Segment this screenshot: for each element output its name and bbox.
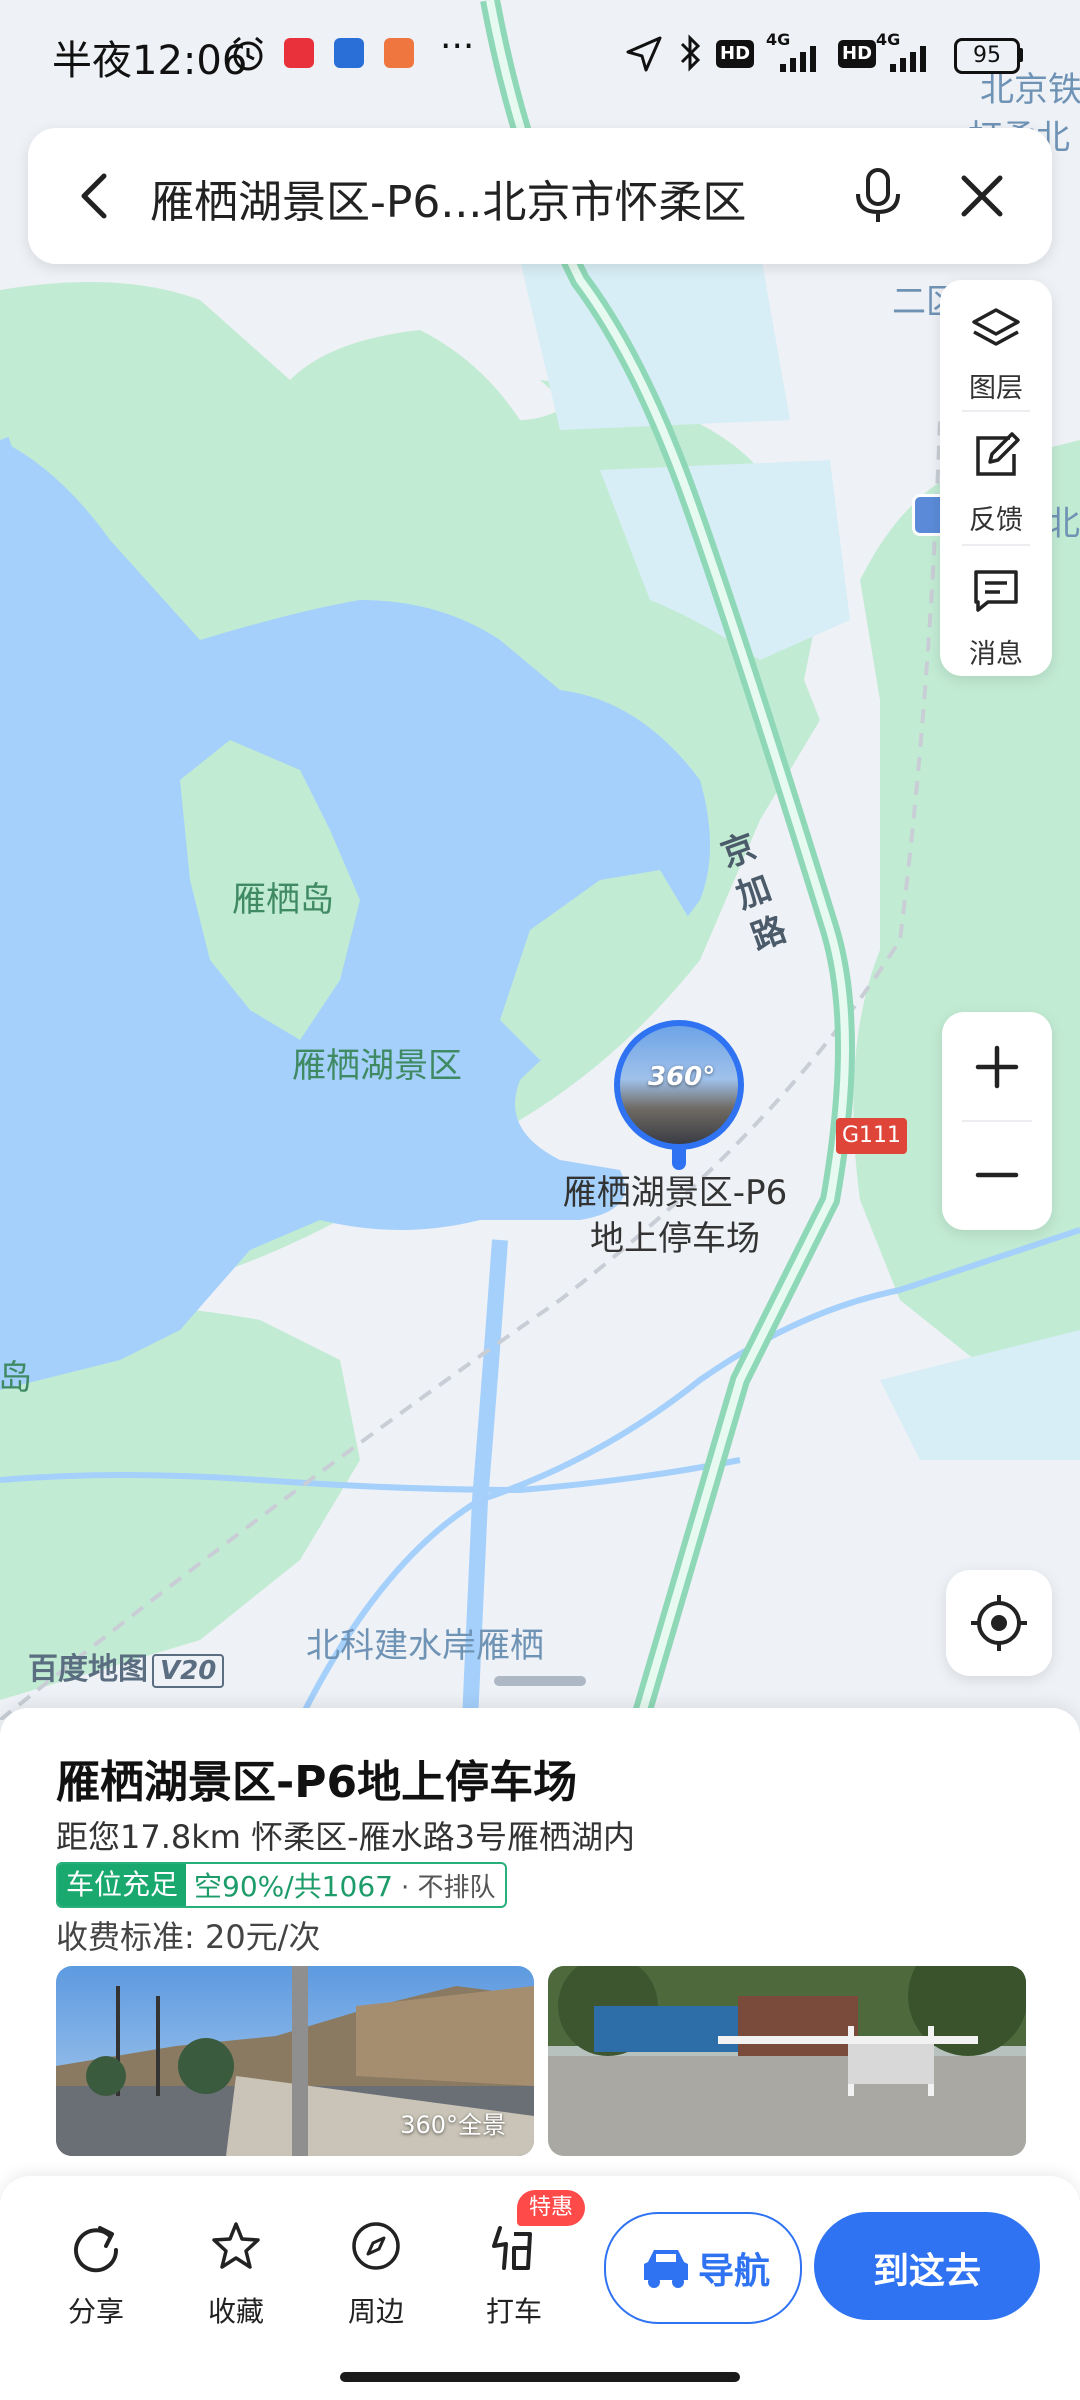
panorama-photo[interactable]: 360°全景: [56, 1966, 534, 2156]
share-label: 分享: [67, 2295, 124, 2328]
compass-icon: [352, 2222, 400, 2270]
map-label-scenic-area[interactable]: 雁栖湖景区: [292, 1038, 462, 1087]
message-label: 消息: [969, 639, 1023, 670]
pano-label: 360°全景: [400, 2111, 506, 2139]
locate-target-icon: [971, 1595, 1027, 1651]
parking-fee: 收费标准: 20元/次: [56, 1918, 321, 1956]
layers-icon: [972, 308, 1020, 346]
parking-photo[interactable]: [548, 1966, 1026, 2156]
signal-icon-2: [890, 46, 926, 72]
message-icon: [974, 570, 1018, 612]
panorama-thumbnail: 360°: [620, 1026, 738, 1144]
share-button[interactable]: 分享: [36, 2210, 156, 2328]
favorite-button[interactable]: 收藏: [176, 2210, 296, 2328]
parking-photo-image: [548, 1966, 1026, 2156]
signal-icon-1: [780, 46, 816, 72]
search-bar[interactable]: 雁栖湖景区-P6...北京市怀柔区: [28, 128, 1052, 264]
tool-divider: [962, 544, 1030, 546]
brand-version: V20: [152, 1654, 225, 1688]
battery-cap: [1018, 48, 1023, 62]
marker-pin-stem: [672, 1148, 686, 1170]
zoom-divider: [962, 1120, 1032, 1122]
locate-me-button[interactable]: [946, 1570, 1052, 1676]
poi-title: 雁栖湖景区-P6地上停车场: [56, 1757, 578, 1808]
status-bar: 半夜12:06 ··· HD 4G HD 4G 95: [0, 0, 1080, 110]
message-button[interactable]: 消息: [940, 552, 1052, 682]
go-here-button[interactable]: 到这去: [814, 2212, 1040, 2320]
bluetooth-icon: [680, 34, 701, 72]
close-icon[interactable]: [954, 168, 1010, 224]
app-notification-icon-2: [334, 38, 364, 68]
highway-shield-g111: G111: [836, 1118, 908, 1154]
navigate-button[interactable]: 导航: [604, 2212, 802, 2324]
parking-status-tag: 车位充足 空90%/共1067 · 不排队: [56, 1862, 508, 1908]
status-time: 半夜12:06: [52, 38, 248, 84]
status-more: ···: [440, 26, 475, 67]
pano-360-badge: 360°: [648, 1062, 716, 1092]
back-arrow-icon[interactable]: [66, 166, 126, 226]
zoom-in-icon[interactable]: [974, 1044, 1020, 1090]
layers-button[interactable]: 图层: [940, 286, 1052, 416]
sheet-drag-handle[interactable]: [494, 1676, 586, 1686]
navigate-label: 导航: [698, 2251, 771, 2292]
marker-label-line2: 地上停车场: [590, 1219, 760, 1259]
parking-capacity: 空90%/共1067: [194, 1870, 393, 1903]
promo-badge: 特惠: [517, 2190, 586, 2226]
app-notification-icon-1: [284, 38, 314, 68]
favorite-label: 收藏: [207, 2295, 264, 2328]
taxi-button[interactable]: 打车: [454, 2210, 574, 2328]
map-tool-panel: 图层 反馈 消息: [940, 280, 1052, 676]
go-here-label: 到这去: [872, 2251, 981, 2292]
battery-indicator: 95: [954, 38, 1020, 74]
zoom-out-icon[interactable]: [974, 1152, 1020, 1198]
queue-status: · 不排队: [400, 1872, 496, 1903]
panorama-marker[interactable]: 360°: [614, 1020, 744, 1150]
layers-label: 图层: [969, 373, 1023, 404]
map-brand-logo: 百度地图 V20: [28, 1644, 225, 1688]
tool-divider: [962, 410, 1030, 412]
car-icon: [644, 2250, 688, 2288]
map-label-island[interactable]: 雁栖岛: [232, 872, 334, 921]
taxi-label: 打车: [485, 2295, 542, 2328]
poi-address: 距您17.8km 怀柔区-雁水路3号雁栖湖内: [56, 1818, 636, 1856]
alarm-icon: [233, 36, 263, 71]
map-label-community[interactable]: 北科建水岸雁栖: [306, 1618, 544, 1667]
marker-label-line1: 雁栖湖景区-P6: [562, 1173, 788, 1213]
app-notification-icon-3: [384, 38, 414, 68]
home-indicator[interactable]: [340, 2372, 740, 2382]
hd-badge-2: HD: [838, 40, 877, 68]
map-label-island-edge: 岛: [0, 1358, 32, 1398]
star-icon: [212, 2222, 260, 2269]
feedback-icon: [976, 432, 1020, 476]
taxi-icon: [492, 2226, 532, 2270]
location-arrow-icon: [626, 36, 662, 72]
zoom-control: [942, 1012, 1052, 1230]
microphone-icon[interactable]: [848, 164, 908, 228]
parking-availability-badge: 车位充足: [58, 1864, 187, 1906]
feedback-button[interactable]: 反馈: [940, 418, 1052, 548]
hd-badge-1: HD: [716, 40, 755, 68]
feedback-label: 反馈: [969, 505, 1023, 536]
share-icon: [74, 2226, 119, 2273]
brand-name: 百度地图: [28, 1652, 148, 1687]
nearby-label: 周边: [347, 2295, 404, 2328]
nearby-button[interactable]: 周边: [316, 2210, 436, 2328]
marker-label[interactable]: 雁栖湖景区-P6 地上停车场: [540, 1170, 810, 1262]
search-query-text[interactable]: 雁栖湖景区-P6...北京市怀柔区: [150, 166, 746, 230]
